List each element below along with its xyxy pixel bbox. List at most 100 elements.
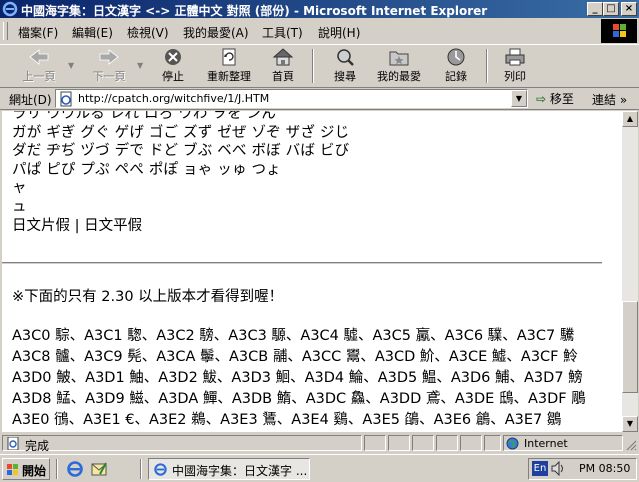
script-links: 日文片假 | 日文平假 (12, 217, 612, 236)
go-arrow-icon: ⇨ (536, 92, 547, 106)
address-url: http://cpatch.org/witchfive/1/J.HTM (78, 92, 270, 105)
back-arrow-icon (29, 49, 49, 65)
status-pane (436, 435, 458, 451)
resize-grip-icon[interactable] (625, 439, 637, 451)
internet-globe-icon (506, 437, 519, 450)
address-label: 網址(D) (9, 93, 52, 107)
taskbar-window-title: 中國海字集：日文漢字 ... (172, 464, 308, 478)
menu-bar: 檔案(F) 編輯(E) 檢視(V) 我的最愛(A) 工具(T) 說明(H) (0, 19, 639, 43)
back-dropdown-icon[interactable]: ▼ (68, 61, 74, 70)
title-bar[interactable]: 中國海字集：日文漢字 <-> 正體中文 對照 (部份) - Microsoft … (0, 0, 639, 18)
kana-line: ャ (12, 180, 27, 197)
kana-line: ガが ギぎ グぐ ゲげ ゴご ズず ゼぜ ゾぞ ザざ ジじ (12, 124, 350, 141)
address-bar: 網址(D) http://cpatch.org/witchfive/1/J.HT… (0, 88, 639, 110)
window-title: 中國海字集：日文漢字 <-> 正體中文 對照 (部份) - Microsoft … (21, 4, 488, 18)
link-separator: | (70, 217, 85, 234)
vertical-scrollbar[interactable]: ▲ ▼ (622, 111, 638, 432)
page-body: ラリ ウウルる レれ ロろ ワわ ヲを ンん ガが ギぎ グぐ ゲげ ゴご ズず… (2, 111, 612, 432)
stop-button[interactable]: 停止 (155, 47, 191, 85)
status-pane (412, 435, 434, 451)
go-button[interactable]: ⇨ 移至 (536, 90, 574, 107)
favorites-folder-icon (389, 51, 409, 66)
clock: PM 08:50 (579, 462, 631, 475)
kana-line: ラリ ウウルる レれ ロろ ワわ ヲを ンん (12, 111, 277, 122)
code-line: A3D8 鯭、A3D9 鰦、A3DA 鱓、A3DB 鰖、A3DC 鱻、A3DD … (12, 390, 586, 407)
windows-throbber-logo (601, 19, 637, 43)
links-toolbar-button[interactable]: 連結 » (592, 91, 627, 108)
input-language-indicator[interactable]: En (532, 461, 548, 476)
forward-dropdown-icon[interactable]: ▼ (137, 61, 143, 70)
taskbar-separator (56, 459, 58, 479)
version-notice: ※下面的只有 2.30 以上版本才看得到喔！ (12, 289, 284, 306)
toolbar-separator (312, 49, 314, 83)
kana-line: パぱ ピぴ プぷ ペぺ ポぽ ョゃ ッゅ つょ (12, 161, 281, 178)
taskbar-window-button[interactable]: 中國海字集：日文漢字 ... (148, 458, 310, 480)
address-input[interactable]: http://cpatch.org/witchfive/1/J.HTM ▼ (55, 89, 528, 108)
quicklaunch-ie-icon[interactable] (66, 460, 84, 478)
refresh-icon (222, 48, 236, 66)
search-icon (337, 49, 354, 66)
history-button[interactable]: 記錄 (438, 47, 474, 85)
status-main-pane: 完成 (2, 435, 362, 453)
ie-window-icon (154, 463, 167, 476)
close-button[interactable]: × (621, 2, 637, 16)
code-line: A3E0 鴴、A3E1 €、A3E2 鵜、A3E3 鵟、A3E4 鷄、A3E5 … (12, 411, 562, 428)
start-button[interactable]: 開始 (2, 458, 50, 480)
menu-help[interactable]: 說明(H) (318, 24, 360, 41)
address-dropdown-button[interactable]: ▼ (511, 90, 527, 107)
taskbar: 開始 中國海字集：日文漢字 ... En PM 08:50 (0, 454, 639, 482)
kana-line: ュ (12, 198, 27, 215)
status-text: 完成 (25, 439, 50, 453)
go-label: 移至 (549, 92, 574, 106)
katakana-link[interactable]: 日文片假 (12, 218, 70, 234)
page-icon (60, 91, 72, 107)
refresh-button[interactable]: 重新整理 (200, 47, 258, 85)
volume-speaker-icon[interactable] (551, 461, 565, 476)
menu-favorites[interactable]: 我的最愛(A) (183, 24, 249, 41)
scroll-up-button[interactable]: ▲ (622, 111, 638, 127)
print-button[interactable]: 列印 (497, 47, 533, 85)
scroll-thumb[interactable] (622, 301, 638, 393)
zone-text: Internet (524, 437, 568, 450)
menu-edit[interactable]: 編輯(E) (72, 24, 113, 41)
scroll-down-button[interactable]: ▼ (622, 416, 638, 432)
start-label: 開始 (22, 464, 47, 478)
status-pane (460, 435, 482, 451)
horizontal-rule (2, 262, 602, 265)
windows-flag-icon (613, 24, 626, 37)
windows-logo-icon (7, 464, 18, 475)
code-line: A3D0 鮍、A3D1 鮋、A3D2 鮁、A3D3 鮰、A3D4 鯩、A3D5 … (12, 369, 583, 386)
code-line: A3C0 騌、A3C1 騘、A3C2 騯、A3C3 騵、A3C4 驉、A3C5 … (12, 327, 575, 344)
web-page-view[interactable]: ラリ ウウルる レれ ロろ ワわ ヲを ンん ガが ギぎ グぐ ゲげ ゴご ズず… (2, 111, 622, 432)
status-bar: 完成 Internet (0, 433, 639, 453)
ie-logo-icon (2, 1, 18, 17)
forward-arrow-icon (99, 49, 119, 65)
home-icon (272, 48, 294, 66)
menubar-grip[interactable] (3, 22, 8, 40)
menu-tools[interactable]: 工具(T) (262, 24, 303, 41)
toolbar-separator (486, 49, 488, 83)
system-tray: En PM 08:50 (528, 458, 637, 480)
taskbar-separator (140, 459, 142, 479)
menu-view[interactable]: 檢視(V) (127, 24, 169, 41)
menu-file[interactable]: 檔案(F) (18, 24, 58, 41)
zone-pane[interactable]: Internet (503, 435, 623, 451)
back-button[interactable]: 上一頁 (16, 47, 62, 85)
kana-line: ダだ ヂぢ ヅづ デで ドど ブぶ ベべ ボぼ バば ビび (12, 143, 350, 160)
status-pane (388, 435, 410, 451)
code-table: A3C0 騌、A3C1 騘、A3C2 騯、A3C3 騵、A3C4 驉、A3C5 … (12, 327, 612, 432)
maximize-button[interactable]: □ (603, 2, 619, 16)
status-pane (364, 435, 386, 451)
quicklaunch-outlook-express-icon[interactable] (90, 460, 108, 478)
forward-button[interactable]: 下一頁 (86, 47, 132, 85)
hiragana-link[interactable]: 日文平假 (84, 218, 142, 234)
minimize-button[interactable]: _ (587, 2, 603, 16)
home-button[interactable]: 首頁 (265, 47, 301, 85)
favorites-button[interactable]: 我的最愛 (371, 47, 427, 85)
stop-icon (165, 49, 181, 65)
search-button[interactable]: 搜尋 (327, 47, 363, 85)
page-done-icon (7, 437, 19, 450)
status-pane (484, 435, 501, 451)
standard-toolbar: 上一頁 ▼ 下一頁 ▼ 停止 重新整理 首頁 搜尋 我的最愛 記錄 列印 (0, 44, 639, 88)
history-clock-icon (447, 48, 465, 66)
